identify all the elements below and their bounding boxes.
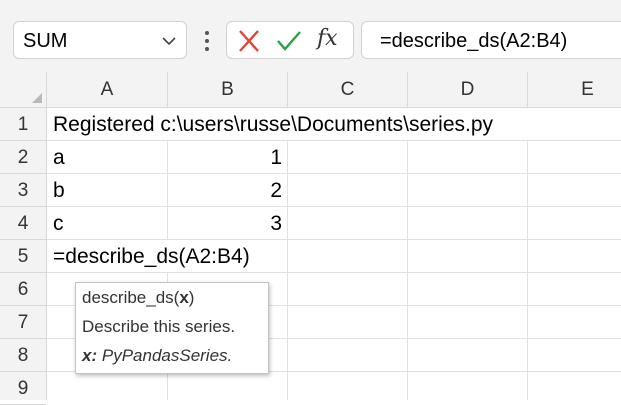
cell-a4[interactable]: c <box>53 207 64 240</box>
formula-bar: SUM fx =describe_ds(A2:B4) <box>0 0 621 72</box>
x-icon[interactable] <box>235 28 263 54</box>
row-header-8[interactable]: 8 <box>0 339 46 372</box>
fx-icon[interactable]: fx <box>317 26 345 52</box>
column-header-d[interactable]: D <box>408 72 528 107</box>
column-headers: A B C D E <box>0 72 621 108</box>
tooltip-function-name: describe_ds( <box>82 288 180 307</box>
column-header-c[interactable]: C <box>288 72 408 107</box>
cell-a2[interactable]: a <box>53 141 65 174</box>
tooltip-param-label: x: <box>82 346 98 365</box>
row-headers: 1 2 3 4 5 6 7 8 9 <box>0 108 47 405</box>
formula-buttons: fx <box>226 21 354 59</box>
checkmark-icon[interactable] <box>275 28 303 54</box>
cell-a1[interactable]: Registered c:\users\russe\Documents\seri… <box>53 108 493 141</box>
vertical-ellipsis-icon[interactable] <box>201 28 213 54</box>
row-header-7[interactable]: 7 <box>0 306 46 339</box>
row-header-1[interactable]: 1 <box>0 108 46 141</box>
tooltip-signature: describe_ds(x) <box>82 288 194 308</box>
row-header-3[interactable]: 3 <box>0 174 46 207</box>
tooltip-param-type: PyPandasSeries. <box>101 346 233 365</box>
formula-text: =describe_ds(A2:B4) <box>380 30 568 52</box>
function-tooltip: describe_ds(x) Describe this series. x: … <box>75 282 269 374</box>
tooltip-param: x <box>179 288 189 307</box>
column-header-a[interactable]: A <box>47 72 168 107</box>
row-header-2[interactable]: 2 <box>0 141 46 174</box>
chevron-down-icon[interactable] <box>161 33 177 49</box>
column-header-e[interactable]: E <box>528 72 621 107</box>
row-header-5[interactable]: 5 <box>0 240 46 273</box>
column-header-b[interactable]: B <box>168 72 288 107</box>
cell-a5-editing[interactable]: =describe_ds(A2:B4) <box>53 240 250 273</box>
tooltip-param-help: x: PyPandasSeries. <box>82 346 232 366</box>
cell-a3[interactable]: b <box>53 174 65 207</box>
row-header-4[interactable]: 4 <box>0 207 46 240</box>
select-all-button[interactable] <box>0 72 47 107</box>
cell-b2[interactable]: 1 <box>167 141 282 174</box>
tooltip-description: Describe this series. <box>82 317 236 336</box>
row-header-6[interactable]: 6 <box>0 273 46 306</box>
row-header-9[interactable]: 9 <box>0 372 46 405</box>
cell-b3[interactable]: 2 <box>167 174 282 207</box>
formula-input[interactable]: =describe_ds(A2:B4) <box>361 21 621 59</box>
cell-b4[interactable]: 3 <box>167 207 282 240</box>
name-box[interactable]: SUM <box>13 21 187 59</box>
tooltip-close-paren: ) <box>188 288 195 307</box>
name-box-value: SUM <box>23 30 68 52</box>
